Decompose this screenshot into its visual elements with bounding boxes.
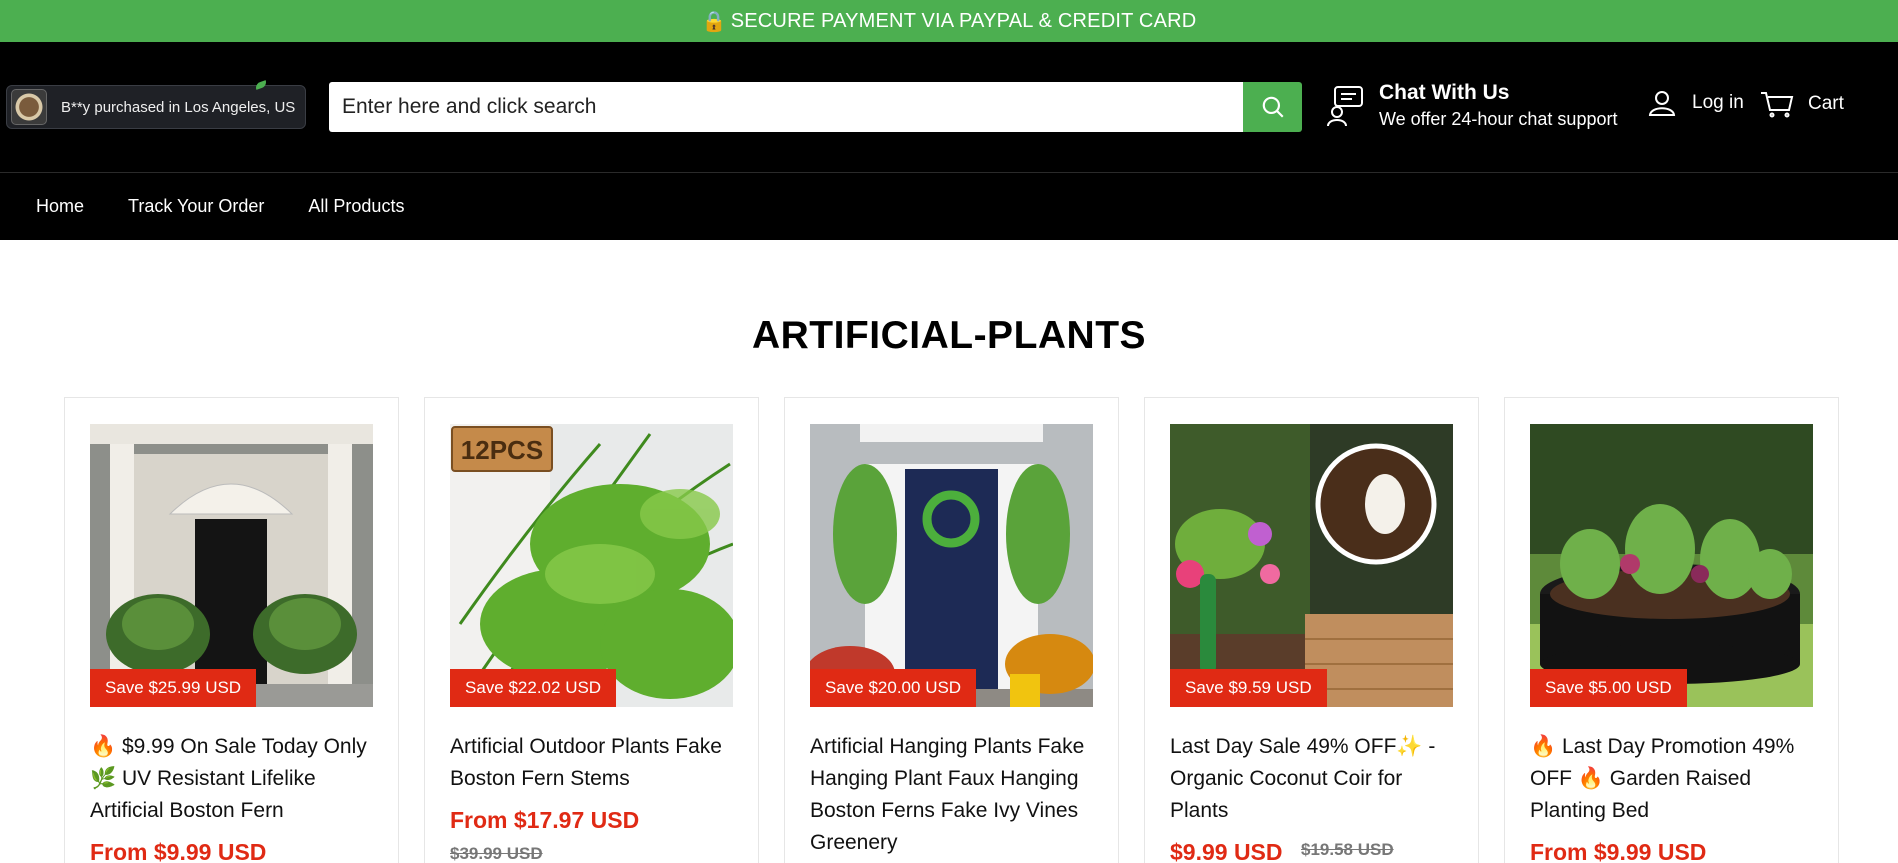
product-title[interactable]: Artificial Outdoor Plants Fake Boston Fe… — [450, 731, 740, 795]
product-title[interactable]: 🔥 Last Day Promotion 49% OFF 🔥 Garden Ra… — [1530, 731, 1820, 827]
product-image[interactable]: Save $9.59 USD — [1170, 424, 1453, 707]
image-label-12pcs: 12PCS — [461, 435, 543, 465]
nav-item-all-products[interactable]: All Products — [308, 196, 404, 217]
product-title[interactable]: Artificial Hanging Plants Fake Hanging P… — [810, 731, 1100, 859]
cart-label: Cart — [1808, 93, 1844, 114]
lock-icon: 🔒 — [701, 10, 727, 33]
product-title[interactable]: 🔥 $9.99 On Sale Today Only 🌿 UV Resistan… — [90, 731, 380, 827]
site-header: B**y purchased in Los Angeles, US Chat W… — [0, 42, 1898, 172]
product-grid: Save $25.99 USD 🔥 $9.99 On Sale Today On… — [64, 397, 1840, 863]
save-badge: Save $20.00 USD — [810, 669, 977, 707]
save-badge: Save $25.99 USD — [90, 669, 257, 707]
product-image[interactable]: Save $5.00 USD — [1530, 424, 1813, 707]
product-price: $9.99 USD — [1170, 839, 1283, 863]
compare-price: $39.99 USD — [450, 844, 543, 863]
nav-item-home[interactable]: Home — [36, 196, 84, 217]
cart-icon — [1761, 92, 1794, 118]
chat-subtitle: We offer 24-hour chat support — [1379, 109, 1618, 129]
compare-price: $19.58 USD — [1301, 840, 1394, 859]
product-image[interactable]: Save $20.00 USD — [810, 424, 1093, 707]
search-bar — [329, 82, 1302, 132]
login-label: Log in — [1692, 92, 1744, 113]
save-badge: Save $9.59 USD — [1170, 669, 1327, 707]
save-badge: Save $22.02 USD — [450, 669, 617, 707]
login-link[interactable]: Log in — [1648, 90, 1744, 116]
search-button[interactable] — [1243, 82, 1302, 132]
search-input[interactable] — [329, 82, 1243, 132]
product-title[interactable]: Last Day Sale 49% OFF✨ - Organic Coconut… — [1170, 731, 1460, 827]
product-image[interactable]: 12PCS Save $22.02 USD — [450, 424, 733, 707]
chat-with-us[interactable]: Chat With Us We offer 24-hour chat suppo… — [1325, 80, 1617, 132]
user-icon — [1648, 91, 1676, 116]
purchase-thumbnail — [11, 89, 47, 125]
product-price: From $17.97 USD — [450, 807, 640, 833]
product-card[interactable]: Save $5.00 USD 🔥 Last Day Promotion 49% … — [1504, 397, 1839, 863]
cart-link[interactable]: Cart — [1760, 90, 1844, 118]
product-card[interactable]: 12PCS Save $22.02 USD Artificial Outdoor… — [424, 397, 759, 863]
product-card[interactable]: Save $20.00 USD Artificial Hanging Plant… — [784, 397, 1119, 863]
main-nav: Home Track Your Order All Products — [0, 172, 1898, 240]
product-card[interactable]: Save $9.59 USD Last Day Sale 49% OFF✨ - … — [1144, 397, 1479, 863]
nav-item-track-order[interactable]: Track Your Order — [128, 196, 264, 217]
product-price: From $9.99 USD — [90, 839, 267, 863]
chat-title: Chat With Us — [1379, 81, 1510, 104]
chat-support-icon — [1327, 86, 1363, 127]
product-image[interactable]: Save $25.99 USD — [90, 424, 373, 707]
recent-purchase-popup[interactable]: B**y purchased in Los Angeles, US — [6, 85, 306, 129]
purchase-popup-text: B**y purchased in Los Angeles, US — [61, 98, 296, 116]
search-icon — [1262, 96, 1284, 118]
product-price: From $9.99 USD — [1530, 839, 1707, 863]
product-card[interactable]: Save $25.99 USD 🔥 $9.99 On Sale Today On… — [64, 397, 399, 863]
collection-title: ARTIFICIAL-PLANTS — [751, 314, 1147, 357]
announcement-bar: 🔒 SECURE PAYMENT VIA PAYPAL & CREDIT CAR… — [0, 0, 1898, 42]
save-badge: Save $5.00 USD — [1530, 669, 1687, 707]
announcement-text: SECURE PAYMENT VIA PAYPAL & CREDIT CARD — [730, 9, 1197, 32]
